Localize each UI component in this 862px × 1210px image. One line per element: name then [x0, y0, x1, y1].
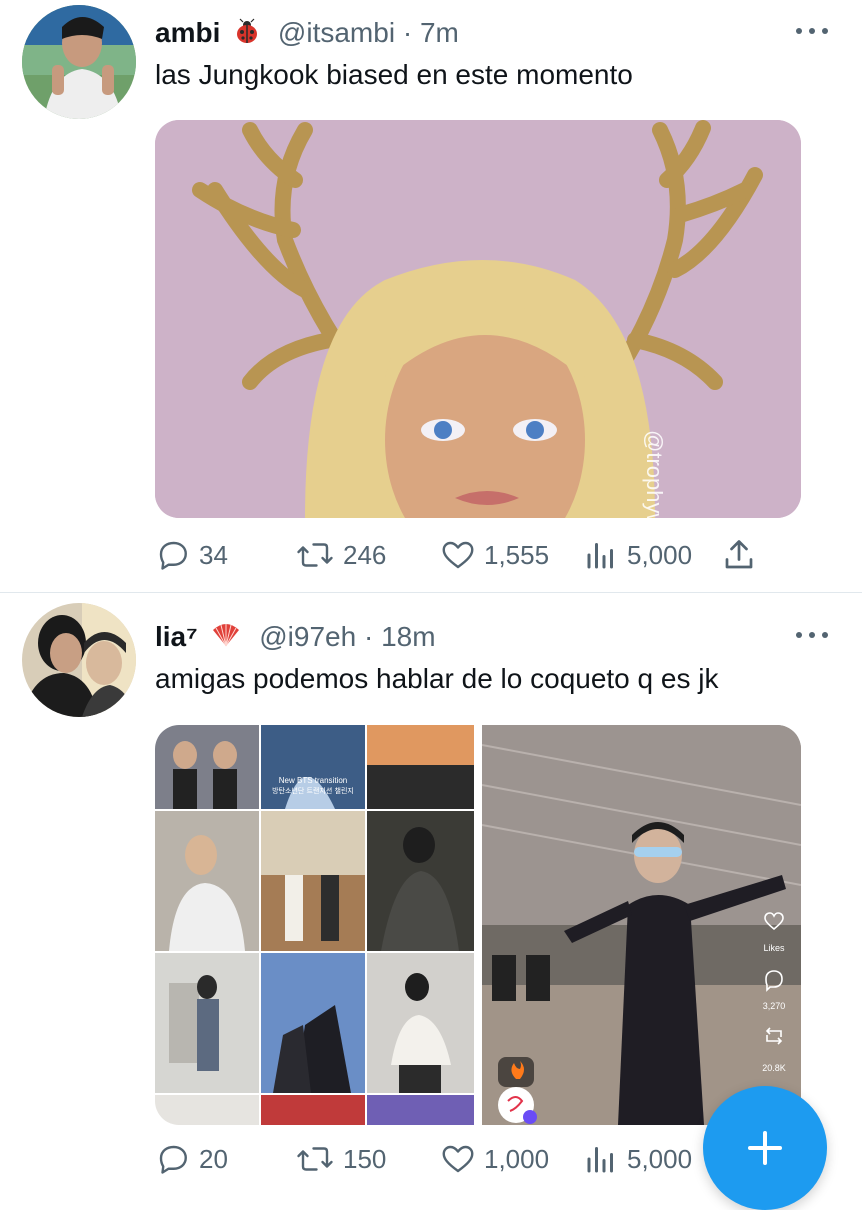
retweet-button[interactable]: 150 — [295, 1141, 386, 1177]
more-icon[interactable] — [796, 630, 828, 640]
action-bar: 20 150 1,000 5,000 — [155, 1141, 765, 1177]
like-count: 1,000 — [484, 1143, 550, 1174]
tweet-header: ambi @itsambi · 7m — [155, 16, 459, 52]
tweet-header: lia⁷ @i97eh · 18m — [155, 620, 436, 656]
retweet-icon — [297, 1147, 333, 1171]
like-button[interactable]: 1,555 — [440, 537, 549, 573]
tweet-media: New BTS transition 방탄소년단 트랜지션 챌린지 Likes … — [155, 725, 801, 1125]
grid-image[interactable]: New BTS transition 방탄소년단 트랜지션 챌린지 — [155, 725, 474, 1125]
display-name[interactable]: ambi — [155, 17, 220, 48]
ladybug-emoji-icon — [234, 18, 260, 52]
display-name[interactable]: lia⁷ — [155, 621, 198, 652]
reply-icon — [159, 1145, 187, 1174]
reply-button[interactable]: 20 — [155, 1141, 228, 1177]
views-count: 5,000 — [627, 539, 693, 570]
reply-count: 20 — [199, 1143, 228, 1174]
user-handle[interactable]: @itsambi — [278, 17, 395, 48]
video-thumbnail[interactable]: Likes 3,270 20.8K — [482, 725, 801, 1125]
retweet-icon — [297, 543, 333, 567]
fan-emoji-icon — [211, 622, 241, 656]
tweet-image[interactable]: @trophyw — [155, 120, 801, 518]
user-handle[interactable]: @i97eh — [259, 621, 356, 652]
retweet-count: 150 — [343, 1143, 387, 1174]
separator-dot: · — [402, 17, 413, 48]
grid-label-2: 방탄소년단 트랜지션 챌린지 — [272, 786, 354, 795]
watermark: @trophyw — [642, 430, 667, 518]
compose-button[interactable] — [703, 1086, 827, 1210]
reply-button[interactable]: 34 — [155, 537, 228, 573]
share-button[interactable] — [721, 537, 765, 573]
tweet-text: las Jungkook biased en este momento — [155, 59, 633, 90]
timestamp[interactable]: 18m — [381, 621, 435, 652]
video-comments-count: 3,270 — [763, 1001, 786, 1011]
views-button[interactable]: 5,000 — [583, 1141, 692, 1177]
tweet-text: amigas podemos hablar de lo coqueto q es… — [155, 663, 719, 694]
avatar[interactable] — [22, 603, 136, 717]
action-bar: 34 246 1,555 5,000 — [155, 537, 765, 573]
avatar[interactable] — [22, 5, 136, 119]
timestamp[interactable]: 7m — [420, 17, 459, 48]
views-icon — [587, 1147, 613, 1173]
views-count: 5,000 — [627, 1143, 693, 1174]
retweet-count: 246 — [343, 539, 387, 570]
tweet-1[interactable]: ambi @itsambi · 7m las Jungkook biased e… — [0, 0, 862, 593]
compose-plus-icon — [748, 1131, 782, 1165]
like-icon — [442, 1145, 474, 1173]
share-icon — [725, 540, 753, 569]
reply-count: 34 — [199, 539, 228, 570]
retweet-button[interactable]: 246 — [295, 537, 386, 573]
reply-icon — [159, 541, 187, 570]
grid-label-1: New BTS transition — [279, 776, 347, 785]
video-shares-count: 20.8K — [762, 1063, 786, 1073]
like-icon — [442, 541, 474, 569]
like-button[interactable]: 1,000 — [440, 1141, 549, 1177]
separator-dot: · — [363, 621, 374, 652]
like-count: 1,555 — [484, 539, 550, 570]
views-button[interactable]: 5,000 — [583, 537, 692, 573]
more-icon[interactable] — [796, 26, 828, 36]
views-icon — [587, 543, 613, 569]
video-likes-label: Likes — [763, 943, 785, 953]
